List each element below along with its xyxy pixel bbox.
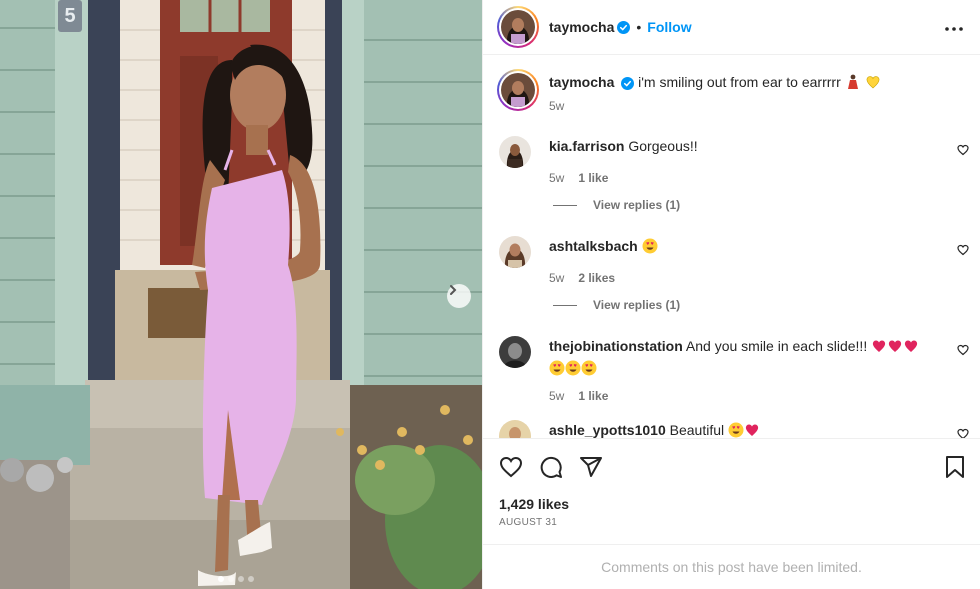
commenter-avatar[interactable] [499,420,531,438]
dancer-emoji-icon [847,74,858,89]
bookmark-icon [946,456,964,478]
heart-icon [499,456,523,478]
replies-divider [553,304,577,306]
replies-divider [553,204,577,206]
post-header: taymocha • Follow [483,0,980,55]
red-heart-emoji-icon [745,424,759,436]
more-options-button[interactable] [942,17,966,41]
view-replies-button[interactable]: View replies (1) [553,298,680,312]
slide-dot [228,576,234,582]
comment-age: 5w [549,389,565,403]
heart-eyes-emoji-icon [565,360,581,376]
post-date: AUGUST 31 [499,517,558,528]
caption: taymocha i'm smiling out from ear to ear… [497,69,881,115]
comment-username[interactable]: kia.farrison [549,138,624,154]
comment-item: kia.farrison Gorgeous!! 5w 1 like [499,136,969,188]
caption-avatar[interactable] [497,69,539,111]
commenter-avatar[interactable] [499,136,531,168]
author-username[interactable]: taymocha [549,19,614,35]
post-actions: 1,429 likes AUGUST 31 [483,438,980,544]
caption-username[interactable]: taymocha [549,74,614,90]
heart-eyes-emoji-icon [549,360,565,376]
heart-eyes-emoji-icon [728,422,744,438]
comment-text: And you smile in each slide!!! [685,338,868,354]
comment-text: Gorgeous!! [628,138,698,154]
heart-icon[interactable] [957,144,969,156]
photo-illustration: 5 [0,0,482,589]
avatar-image [501,73,535,107]
share-button[interactable] [579,455,603,484]
comment-username[interactable]: ashle_ypotts1010 [549,422,666,438]
more-options-icon [945,27,963,31]
likes-count[interactable]: 1,429 likes [499,496,569,512]
house-number: 5 [64,5,75,27]
comments-limited-notice: Comments on this post have been limited. [483,544,980,589]
comment-item: ashle_ypotts1010 Beautiful [499,420,969,438]
view-replies-button[interactable]: View replies (1) [553,198,680,212]
author-avatar[interactable] [497,6,539,48]
post-side-panel: taymocha • Follow taymocha i'm smiling o… [482,0,980,589]
heart-icon[interactable] [957,428,969,438]
comment-item: thejobinationstation And you smile in ea… [499,336,969,406]
yellow-heart-emoji-icon [866,76,879,89]
heart-icon[interactable] [957,344,969,356]
comment-item: ashtalksbach 5w 2 likes [499,236,969,288]
caption-text: i'm smiling out from ear to earrrrr [638,74,841,90]
red-heart-emoji-icon [904,340,918,352]
caption-age: 5w [549,99,565,113]
comment-username[interactable]: ashtalksbach [549,238,638,254]
comment-likes-count[interactable]: 2 likes [578,271,615,285]
avatar-image [501,10,535,44]
save-button[interactable] [944,455,966,484]
comments-list[interactable]: taymocha i'm smiling out from ear to ear… [483,56,980,438]
comment-age: 5w [549,271,565,285]
red-heart-emoji-icon [888,340,902,352]
commenter-avatar[interactable] [499,236,531,268]
red-heart-emoji-icon [872,340,886,352]
heart-eyes-emoji-icon [642,238,658,254]
comment-age: 5w [549,171,565,185]
post-photo[interactable]: 5 [0,0,482,589]
comment-likes-count[interactable]: 1 like [578,389,608,403]
next-slide-button[interactable] [447,284,471,308]
verified-badge-icon [617,20,631,34]
slide-dot [248,576,254,582]
heart-eyes-emoji-icon [581,360,597,376]
comment-button[interactable] [539,455,563,484]
verified-badge-icon [621,76,635,90]
comment-icon [540,456,562,478]
view-replies-label: View replies (1) [593,198,681,212]
like-button[interactable] [499,455,523,484]
comment-likes-count[interactable]: 1 like [578,171,608,185]
slide-indicator [218,576,254,582]
comment-username[interactable]: thejobinationstation [549,338,683,354]
slide-dot [238,576,244,582]
comment-text: Beautiful [669,422,725,438]
heart-icon[interactable] [957,244,969,256]
commenter-avatar[interactable] [499,336,531,368]
follow-button[interactable]: Follow [647,19,691,35]
share-icon [580,457,602,477]
chevron-right-icon [450,285,457,295]
slide-dot [218,576,224,582]
separator-bullet: • [636,19,642,35]
view-replies-label: View replies (1) [593,298,681,312]
